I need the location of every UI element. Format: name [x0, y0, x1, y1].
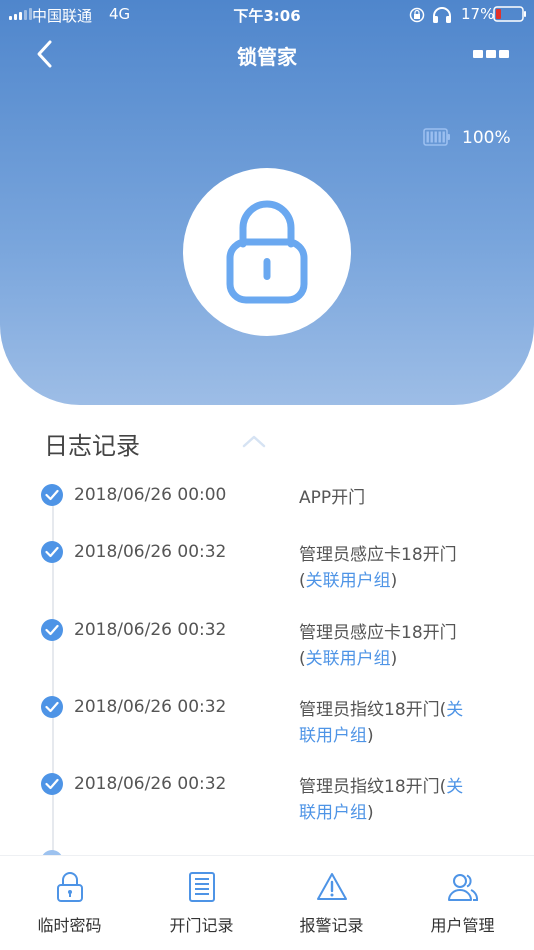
tab-temp-password[interactable]: 临时密码	[3, 856, 136, 950]
log-title: 日志记录	[44, 432, 140, 460]
log-desc: APP开门	[299, 488, 366, 508]
tab-label: 用户管理	[430, 916, 495, 935]
log-time: 2018/06/26 00:00	[74, 485, 227, 505]
user-group-link[interactable]: 关联用户组	[306, 571, 391, 591]
tab-label: 临时密码	[37, 916, 102, 935]
tab-label: 报警记录	[299, 916, 364, 935]
lock-battery-percent: 100%	[462, 128, 511, 148]
check-icon	[41, 696, 63, 718]
clock: 下午3:06	[233, 7, 301, 25]
check-icon	[41, 619, 63, 641]
battery-bar	[434, 131, 437, 143]
status-bar: 中国联通 4G 下午3:06 17%	[0, 0, 534, 28]
chevron-up-icon	[242, 435, 266, 448]
collapse-button[interactable]	[240, 432, 268, 450]
log-desc: 管理员感应卡18开门 (关联用户组)	[299, 545, 457, 591]
log-time: 2018/06/26 00:32	[74, 774, 227, 794]
battery-bar	[430, 131, 433, 143]
temp-password-icon	[56, 872, 83, 902]
header-background: 中国联通 4G 下午3:06 17% 锁管家 100%	[0, 0, 534, 405]
battery-icon	[493, 6, 526, 22]
tab-door-record[interactable]: 开门记录	[135, 856, 268, 950]
nav-bar: 锁管家	[0, 28, 534, 80]
check-icon	[41, 541, 63, 563]
page-title: 锁管家	[237, 45, 297, 69]
alarm-icon	[316, 873, 347, 900]
check-icon	[41, 773, 63, 795]
headphone-icon	[433, 7, 451, 23]
door-record-icon	[188, 872, 215, 902]
unlock-button[interactable]	[183, 168, 351, 336]
log-time: 2018/06/26 00:32	[74, 620, 227, 640]
battery-bar	[442, 131, 445, 143]
tab-bar: 临时密码 开门记录 报警记录 用户管理	[0, 855, 534, 950]
battery-percent: 17%	[461, 5, 495, 23]
tab-alarm[interactable]: 报警记录	[265, 856, 398, 950]
check-icon	[41, 484, 63, 506]
log-desc: 管理员指纹18开门(关联用户组)	[299, 700, 464, 746]
log-time: 2018/06/26 00:32	[74, 697, 227, 717]
battery-bar	[438, 131, 441, 143]
lock-battery-icon	[423, 128, 450, 146]
more-button[interactable]	[473, 44, 513, 64]
tab-users[interactable]: 用户管理	[396, 856, 529, 950]
user-group-link[interactable]: 关联用户组	[306, 649, 391, 669]
log-time: 2018/06/26 00:32	[74, 542, 227, 562]
tab-label: 开门记录	[169, 916, 234, 935]
users-icon	[447, 874, 478, 901]
log-desc: 管理员指纹18开门(关联用户组)	[299, 777, 464, 823]
log-desc: 管理员感应卡18开门 (关联用户组)	[299, 623, 457, 669]
rotation-lock-icon	[409, 7, 425, 23]
battery-bar	[426, 131, 429, 143]
log-list: 2018/06/26 00:00 APP开门 2018/06/26 00:32 …	[0, 470, 534, 855]
more-icon	[473, 50, 483, 58]
lock-icon	[226, 200, 308, 304]
